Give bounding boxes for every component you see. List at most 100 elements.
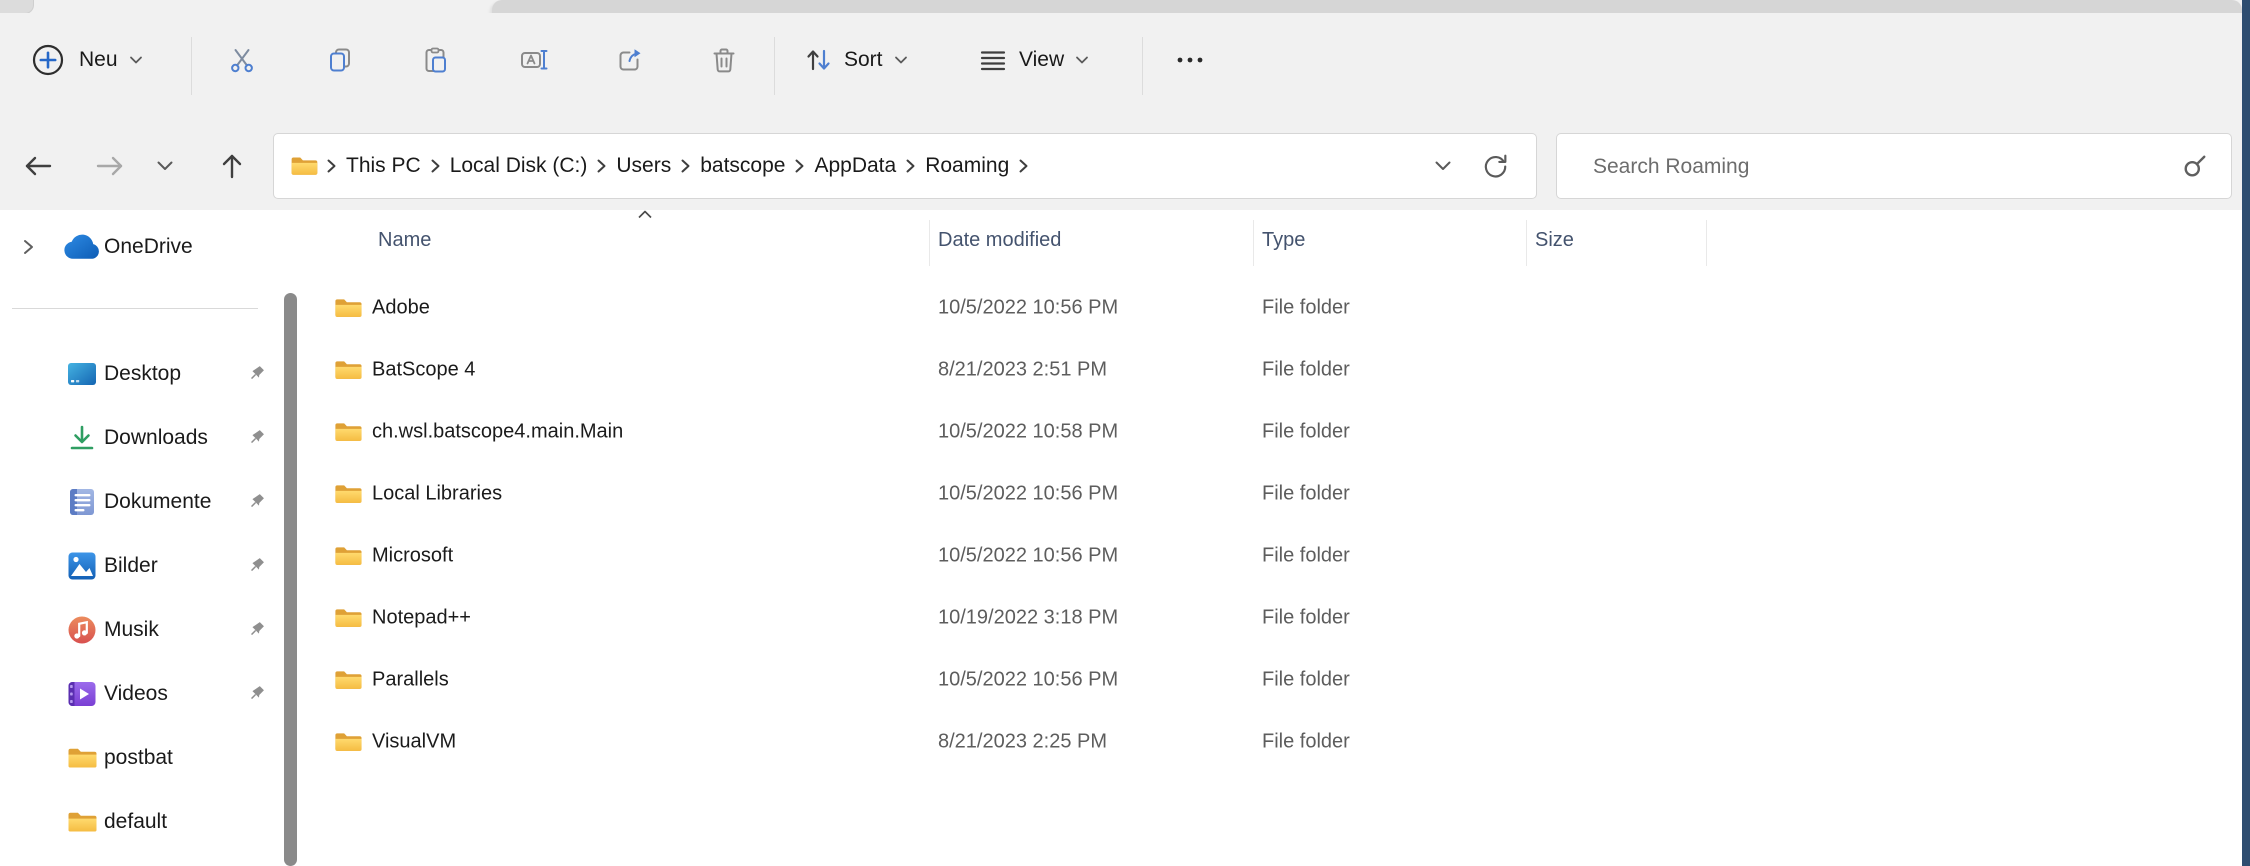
sidebar-item-label: Downloads (104, 426, 208, 449)
breadcrumb-separator-icon (681, 159, 690, 173)
breadcrumb-item[interactable]: Users (607, 154, 680, 178)
forward-button[interactable] (82, 136, 138, 196)
breadcrumb-separator-icon (906, 159, 915, 173)
chevron-right-icon[interactable] (22, 238, 34, 256)
cut-button[interactable] (214, 30, 270, 90)
file-row[interactable]: ch.wsl.batscope4.main.Main 10/5/2022 10:5… (300, 401, 2242, 463)
explorer-tab[interactable] (492, 0, 2242, 14)
back-button[interactable] (10, 136, 66, 196)
sort-button[interactable]: Sort (793, 28, 918, 92)
breadcrumb: This PC Local Disk (C:) Users batscope AppDa… (326, 154, 1029, 178)
column-divider[interactable] (1526, 220, 1527, 266)
column-header-size[interactable]: Size (1535, 229, 1574, 252)
back-arrow-icon (22, 154, 54, 178)
file-date-modified: 10/5/2022 10:56 PM (938, 482, 1119, 505)
breadcrumb-item[interactable]: Roaming (916, 154, 1018, 178)
search-input[interactable] (1591, 134, 2135, 200)
paste-button[interactable] (408, 30, 464, 90)
chevron-down-icon (1075, 55, 1089, 65)
tab-bar (0, 0, 2250, 14)
breadcrumb-item[interactable]: batscope (691, 154, 794, 178)
rename-button[interactable] (506, 30, 562, 90)
file-name: VisualVM (372, 730, 457, 753)
sidebar-item-default[interactable]: default (0, 790, 300, 854)
sidebar-item-musik[interactable]: Musik (0, 598, 300, 662)
command-bar: Neu Sort View (0, 13, 2242, 108)
sidebar-item-postbat[interactable]: postbat (0, 726, 300, 790)
recent-locations-button[interactable] (142, 136, 188, 196)
file-type: File folder (1262, 296, 1350, 319)
sidebar-item-downloads[interactable]: Downloads (0, 406, 300, 470)
refresh-button[interactable] (1468, 134, 1522, 198)
toolbar-divider (774, 37, 775, 95)
sort-ascending-caret-icon (637, 210, 653, 219)
sidebar-item-dokumente[interactable]: Dokumente (0, 470, 300, 534)
column-divider[interactable] (1253, 220, 1254, 266)
file-type: File folder (1262, 730, 1350, 753)
copy-icon (326, 46, 354, 74)
address-bar[interactable]: This PC Local Disk (C:) Users batscope AppDa… (273, 133, 1537, 199)
file-row[interactable]: Parallels 10/5/2022 10:56 PM File folder (300, 649, 2242, 711)
delete-button[interactable] (696, 30, 752, 90)
file-explorer-window: Neu Sort View This PC Local Disk (C:) Us… (0, 0, 2250, 866)
sidebar-scrollbar[interactable] (284, 293, 297, 866)
column-header-name[interactable]: Name (378, 229, 431, 252)
videos-icon (62, 679, 102, 709)
sidebar-item-desktop[interactable]: Desktop (0, 342, 300, 406)
sidebar-item-label: default (104, 810, 168, 833)
search-box[interactable] (1556, 133, 2232, 200)
folder-icon (334, 607, 362, 630)
more-options-button[interactable] (1162, 30, 1218, 90)
up-button[interactable] (204, 136, 260, 196)
column-divider[interactable] (929, 220, 930, 266)
sidebar-item-label: Bilder (104, 554, 158, 577)
file-type: File folder (1262, 482, 1350, 505)
file-list-rows: Adobe 10/5/2022 10:56 PM File folder BatSco… (300, 277, 2242, 773)
folder-icon (334, 545, 362, 568)
breadcrumb-item[interactable]: AppData (805, 154, 905, 178)
sidebar-item-label: Videos (104, 682, 168, 705)
column-divider[interactable] (1706, 220, 1707, 266)
rename-icon (519, 46, 549, 74)
copy-button[interactable] (312, 30, 368, 90)
sidebar-item-onedrive[interactable]: OneDrive (0, 215, 300, 279)
sidebar-item-videos[interactable]: Videos (0, 662, 300, 726)
file-type: File folder (1262, 668, 1350, 691)
scissors-icon (228, 46, 256, 74)
file-row[interactable]: Adobe 10/5/2022 10:56 PM File folder (300, 277, 2242, 339)
file-row[interactable]: Microsoft 10/5/2022 10:56 PM File folder (300, 525, 2242, 587)
file-name: Microsoft (372, 544, 454, 567)
up-arrow-icon (220, 152, 244, 180)
file-name: Notepad++ (372, 606, 471, 629)
folder-icon (334, 359, 362, 382)
plus-circle-icon (28, 40, 68, 80)
folder-icon (290, 155, 318, 177)
view-list-icon (978, 46, 1008, 74)
column-header-date-modified[interactable]: Date modified (938, 229, 1061, 252)
new-button[interactable]: Neu (18, 28, 153, 92)
view-button[interactable]: View (968, 28, 1099, 92)
file-date-modified: 8/21/2023 2:51 PM (938, 358, 1108, 381)
folder-icon (334, 297, 362, 320)
documents-icon (62, 487, 102, 517)
column-header-type[interactable]: Type (1262, 229, 1305, 252)
sort-button-label: Sort (844, 48, 883, 71)
file-row[interactable]: Local Libraries 10/5/2022 10:56 PM File fo… (300, 463, 2242, 525)
file-name: ch.wsl.batscope4.main.Main (372, 420, 624, 443)
explorer-body: OneDrive Desktop Downloads Dokumente Bilder… (0, 210, 2250, 866)
sidebar-item-bilder[interactable]: Bilder (0, 534, 300, 598)
breadcrumb-separator-icon (597, 159, 606, 173)
share-button[interactable] (602, 30, 658, 90)
file-row[interactable]: Notepad++ 10/19/2022 3:18 PM File folder (300, 587, 2242, 649)
sidebar-item-label: OneDrive (104, 235, 193, 258)
file-row[interactable]: BatScope 4 8/21/2023 2:51 PM File folder (300, 339, 2242, 401)
toolbar-divider (1142, 37, 1143, 95)
pin-icon (246, 619, 268, 641)
file-date-modified: 10/5/2022 10:56 PM (938, 544, 1119, 567)
file-name: Adobe (372, 296, 430, 319)
file-row[interactable]: VisualVM 8/21/2023 2:25 PM File folder (300, 711, 2242, 773)
breadcrumb-item[interactable]: This PC (337, 154, 430, 178)
breadcrumb-item[interactable]: Local Disk (C:) (441, 154, 597, 178)
address-dropdown-button[interactable] (1416, 134, 1470, 198)
file-name: Parallels (372, 668, 449, 691)
